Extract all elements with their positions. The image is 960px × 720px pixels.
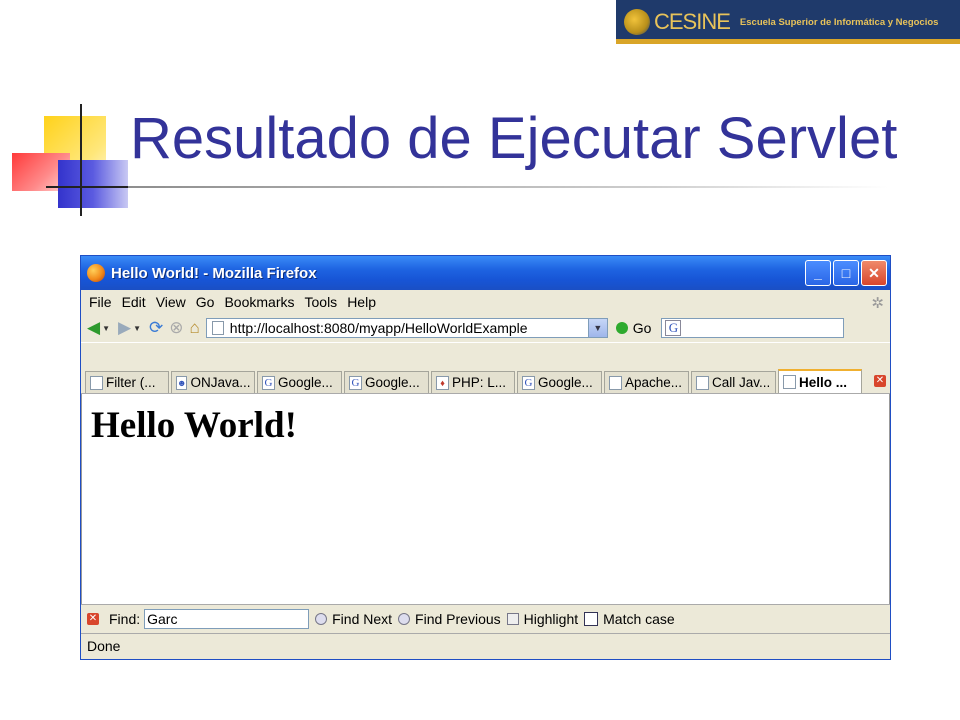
tab-google-3[interactable]: G Google... — [517, 371, 602, 393]
highlight-button[interactable]: Highlight — [506, 611, 579, 627]
title-bar[interactable]: Hello World! - Mozilla Firefox _ □ ✕ — [81, 256, 890, 290]
go-label: Go — [632, 320, 652, 336]
tab-hello-active[interactable]: Hello ... — [778, 369, 862, 393]
decor-vertical-line — [80, 104, 82, 216]
slide-title: Resultado de Ejecutar Servlet — [130, 106, 898, 171]
throbber-icon: ✲ — [871, 295, 884, 312]
tab-label: Google... — [538, 375, 593, 390]
logo-brand: CESINE — [654, 9, 731, 34]
forward-arrow-icon[interactable]: ▶ — [118, 318, 131, 338]
match-case-checkbox[interactable]: Match case — [584, 611, 675, 627]
tab-label: Google... — [365, 375, 420, 390]
page-content: Hello World! — [81, 394, 890, 604]
google-icon: G — [522, 375, 535, 390]
highlight-icon — [506, 613, 519, 625]
menu-view[interactable]: View — [156, 294, 186, 310]
checkbox-icon — [584, 612, 599, 626]
stop-icon[interactable]: ⊗ — [169, 318, 183, 338]
tab-strip: Filter (... ☻ ONJava... G Google... G Googl… — [81, 369, 890, 394]
url-bar[interactable]: http://localhost:8080/myapp/HelloWorldEx… — [205, 318, 608, 338]
go-button[interactable]: Go — [615, 320, 652, 336]
url-dropdown-icon[interactable]: ▼ — [587, 319, 607, 337]
menu-help[interactable]: Help — [347, 294, 376, 310]
decor-blue-square — [58, 160, 128, 208]
tab-label: Call Jav... — [712, 375, 771, 390]
menu-go[interactable]: Go — [196, 294, 215, 310]
google-search-icon[interactable]: G — [665, 320, 682, 336]
tab-google-2[interactable]: G Google... — [344, 371, 429, 393]
page-icon — [211, 321, 224, 335]
toolbar-spacer — [81, 342, 890, 369]
minimize-button[interactable]: _ — [805, 260, 831, 286]
logo-bar — [616, 39, 960, 44]
find-label: Find: — [109, 611, 141, 627]
tab-label: Apache... — [625, 375, 683, 390]
firefox-icon — [87, 264, 105, 282]
status-bar: Done — [81, 633, 890, 658]
tab-label: PHP: L... — [452, 375, 507, 390]
find-bar: ✕ Find: Garc Find Next Find Previous Hig… — [81, 604, 890, 633]
tab-php[interactable]: ♦ PHP: L... — [431, 371, 515, 393]
tab-filter[interactable]: Filter (... — [85, 371, 169, 393]
cesine-logo: CESINE Escuela Superior de Informática y… — [616, 0, 960, 44]
find-next-button[interactable]: Find Next — [315, 611, 392, 627]
back-arrow-icon[interactable]: ◀ — [87, 318, 100, 338]
menu-tools[interactable]: Tools — [305, 294, 338, 310]
tab-label: Filter (... — [106, 375, 156, 390]
tab-label: Google... — [278, 375, 333, 390]
find-input[interactable]: Garc — [144, 609, 310, 629]
php-icon: ♦ — [436, 375, 449, 390]
onjava-icon: ☻ — [176, 375, 188, 390]
search-input[interactable]: G — [661, 318, 845, 338]
maximize-button[interactable]: □ — [833, 260, 859, 286]
find-previous-button[interactable]: Find Previous — [398, 611, 501, 627]
page-heading: Hello World! — [91, 405, 297, 446]
title-underline — [128, 186, 888, 188]
find-next-icon — [315, 613, 328, 625]
url-text: http://localhost:8080/myapp/HelloWorldEx… — [229, 320, 528, 336]
logo-mark-icon — [624, 9, 650, 35]
page-icon — [609, 375, 622, 390]
close-find-bar-icon[interactable]: ✕ — [87, 613, 99, 625]
menu-bookmarks[interactable]: Bookmarks — [224, 294, 294, 310]
find-previous-icon — [398, 613, 411, 625]
decor-horizontal-line — [46, 186, 132, 188]
page-icon — [783, 375, 796, 389]
close-tab-icon[interactable]: ✕ — [874, 375, 886, 387]
tab-onjava[interactable]: ☻ ONJava... — [171, 371, 255, 393]
menu-file[interactable]: File — [89, 294, 112, 310]
reload-icon[interactable]: ⟳ — [149, 318, 163, 338]
highlight-label: Highlight — [523, 611, 579, 627]
forward-history-dropdown-icon[interactable]: ▼ — [133, 324, 141, 333]
window-controls: _ □ ✕ — [805, 260, 887, 286]
page-icon — [696, 375, 709, 390]
firefox-window: Hello World! - Mozilla Firefox _ □ ✕ Fil… — [80, 255, 891, 660]
tab-google-1[interactable]: G Google... — [257, 371, 342, 393]
google-icon: G — [349, 375, 362, 390]
tab-apache[interactable]: Apache... — [604, 371, 689, 393]
tab-call-java[interactable]: Call Jav... — [691, 371, 776, 393]
menu-bar: File Edit View Go Bookmarks Tools Help ✲ — [81, 290, 890, 314]
tab-label: Hello ... — [799, 374, 848, 390]
home-icon[interactable]: ⌂ — [190, 318, 200, 338]
back-history-dropdown-icon[interactable]: ▼ — [102, 324, 110, 333]
find-next-label: Find Next — [332, 611, 393, 627]
close-button[interactable]: ✕ — [861, 260, 887, 286]
go-icon — [615, 322, 628, 334]
status-text: Done — [87, 638, 121, 654]
match-case-label: Match case — [603, 611, 675, 627]
page-icon — [90, 375, 103, 390]
find-previous-label: Find Previous — [415, 611, 501, 627]
logo-subtitle: Escuela Superior de Informática y Negoci… — [739, 16, 939, 28]
navigation-toolbar: ◀ ▼ ▶ ▼ ⟳ ⊗ ⌂ http://localhost:8080/myap… — [81, 314, 890, 342]
menu-edit[interactable]: Edit — [122, 294, 146, 310]
google-icon: G — [262, 375, 275, 390]
tab-label: ONJava... — [190, 375, 251, 390]
window-title: Hello World! - Mozilla Firefox — [111, 264, 317, 282]
